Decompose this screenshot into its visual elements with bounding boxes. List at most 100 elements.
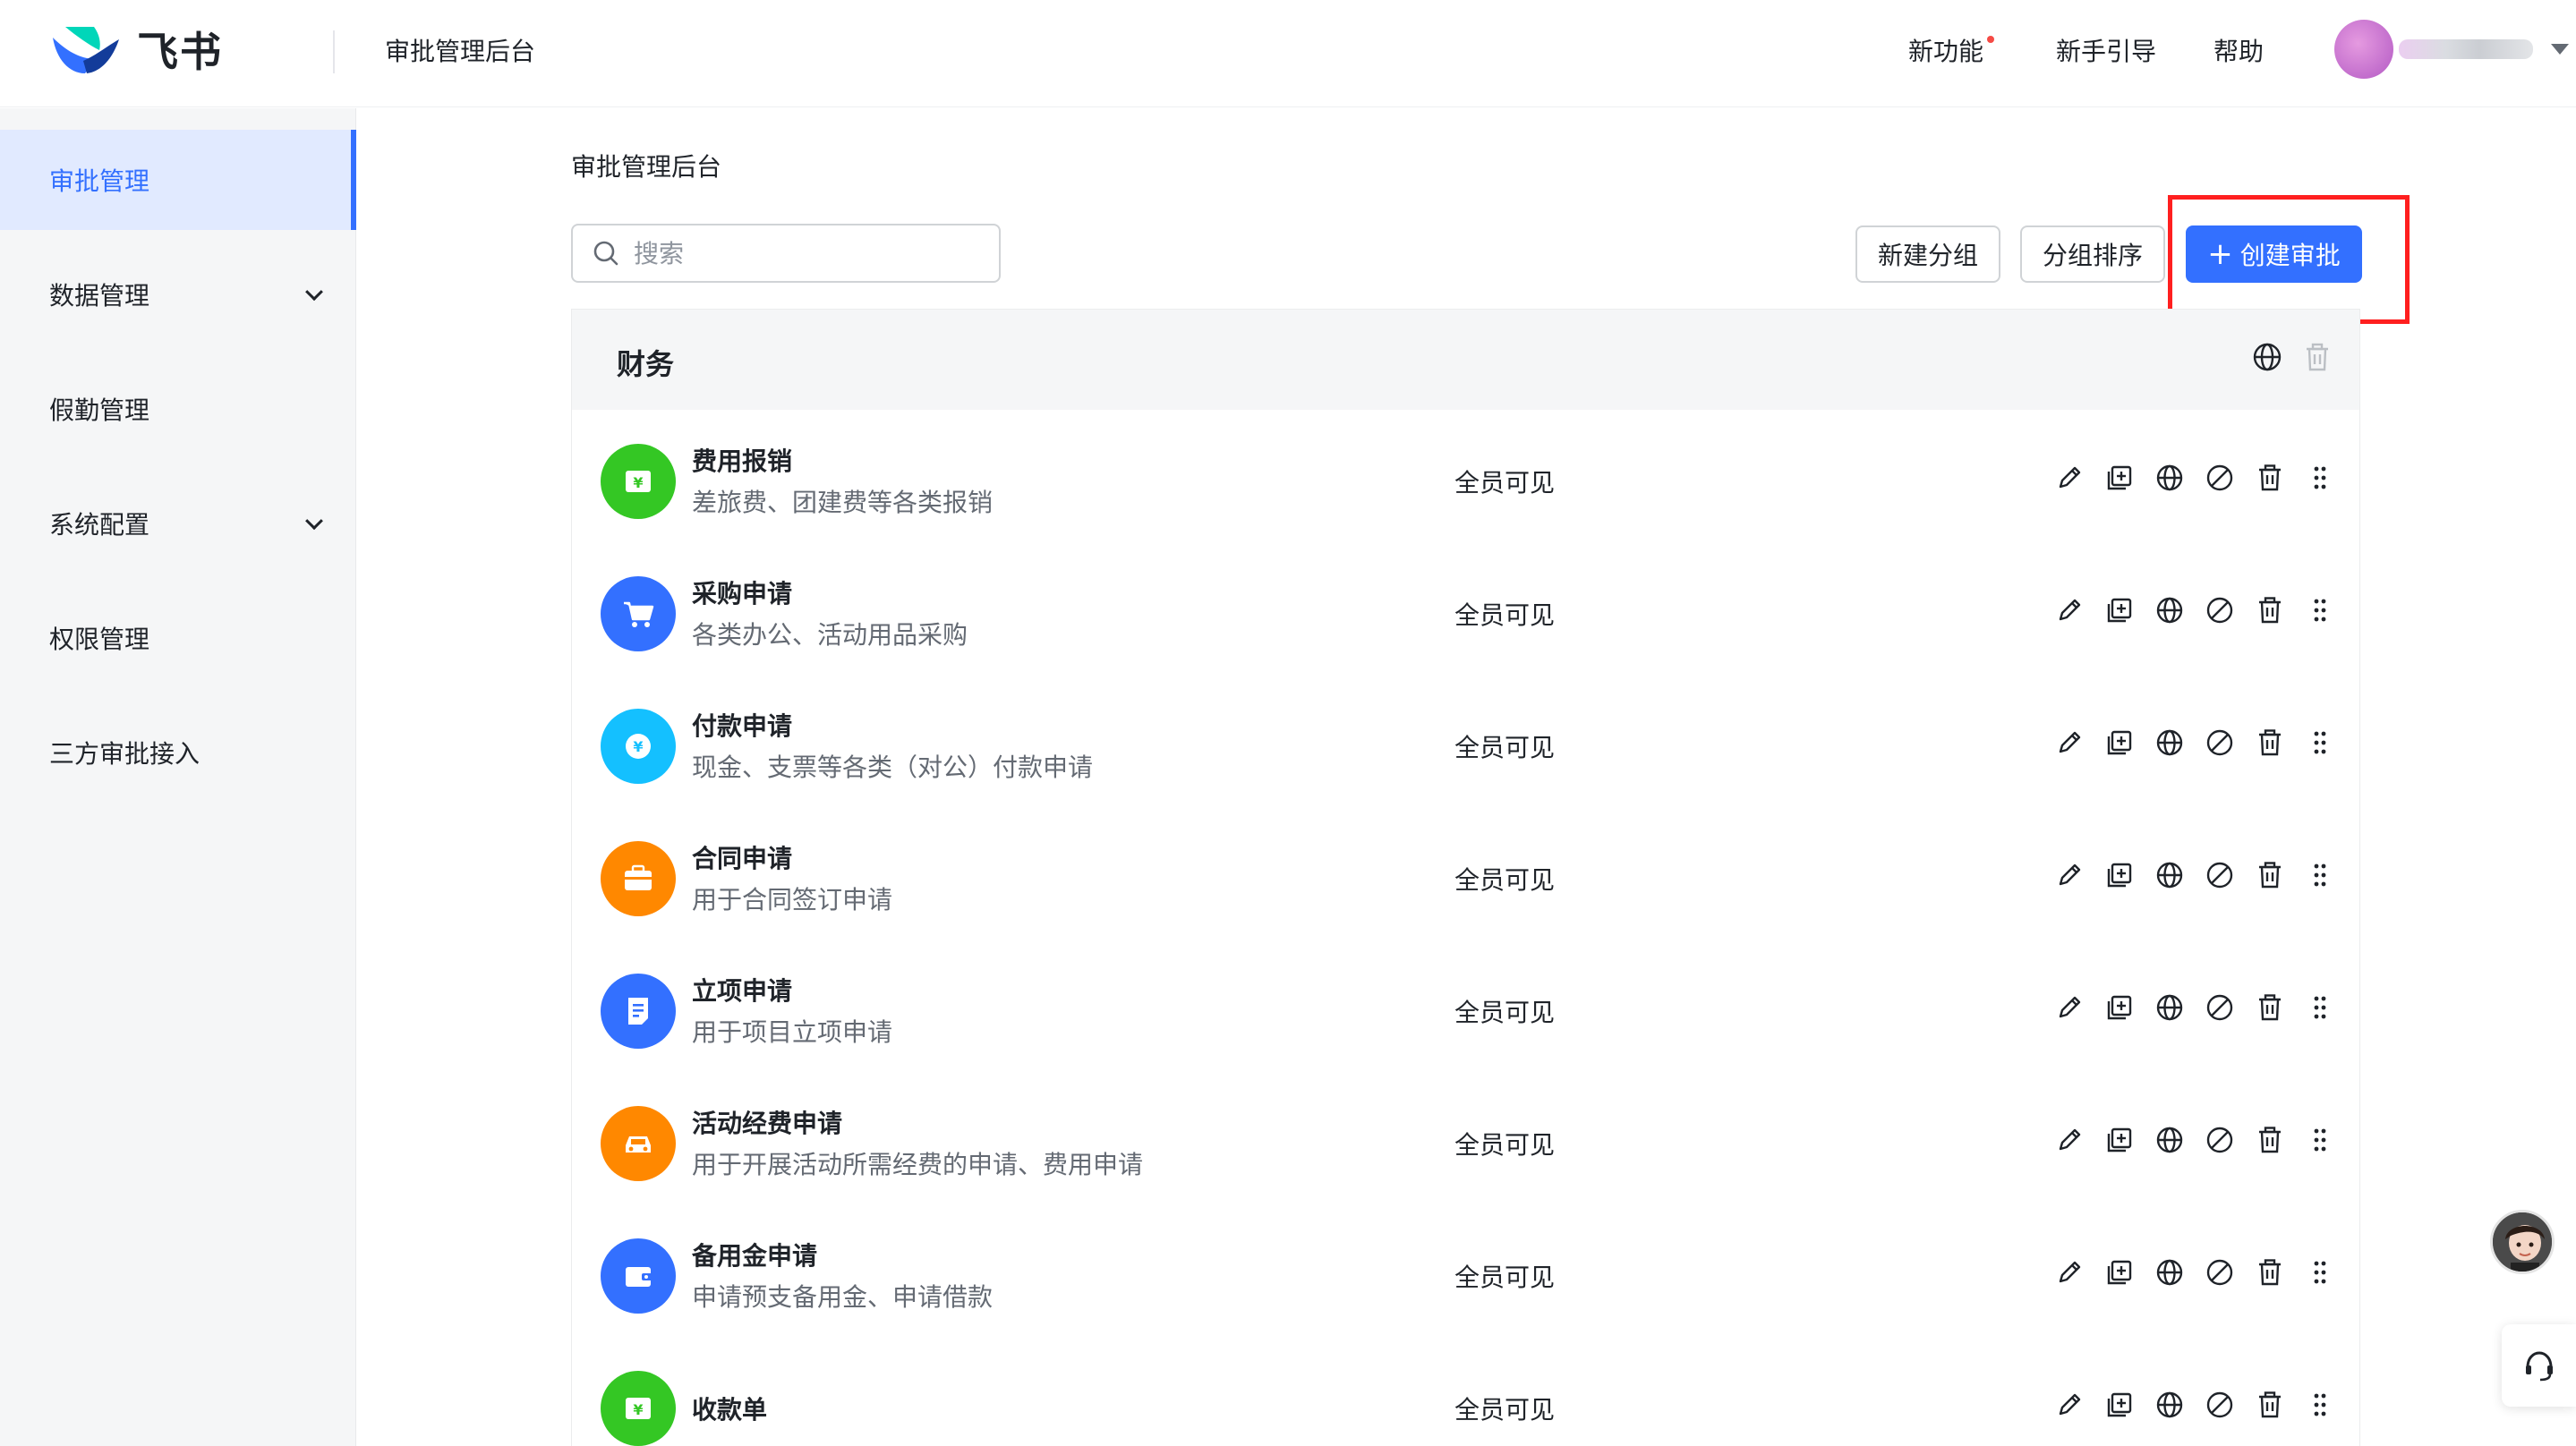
trash-icon[interactable]: [2254, 859, 2286, 891]
sidebar-item-data-management[interactable]: 数据管理: [0, 244, 356, 344]
globe-icon[interactable]: [2154, 1256, 2186, 1289]
disable-icon[interactable]: [2204, 727, 2236, 759]
chevron-down-icon[interactable]: [305, 283, 323, 302]
sidebar-item-approval-management[interactable]: 审批管理: [0, 130, 356, 230]
globe-icon[interactable]: [2154, 1124, 2186, 1156]
approval-name[interactable]: 费用报销: [692, 442, 792, 478]
edit-pencil-icon[interactable]: [2053, 462, 2086, 494]
edit-pencil-icon[interactable]: [2053, 1389, 2086, 1421]
yen-doc-icon: ¥: [601, 444, 676, 519]
avatar[interactable]: [2334, 20, 2393, 79]
trash-icon[interactable]: [2254, 1389, 2286, 1421]
approval-name[interactable]: 收款单: [692, 1391, 767, 1426]
drag-handle-icon[interactable]: [2304, 727, 2336, 759]
copy-icon[interactable]: [2103, 594, 2136, 626]
sidebar-item-label: 三方审批接入: [49, 739, 200, 769]
copy-icon[interactable]: [2103, 1389, 2136, 1421]
group-header: 财务: [572, 310, 2359, 410]
approval-name[interactable]: 备用金申请: [692, 1237, 817, 1272]
table-row[interactable]: 备用金申请 申请预支备用金、申请借款 全员可见: [572, 1210, 2359, 1342]
approval-name[interactable]: 合同申请: [692, 839, 792, 875]
copy-icon[interactable]: [2103, 991, 2136, 1024]
drag-handle-icon[interactable]: [2304, 991, 2336, 1024]
approval-name[interactable]: 采购申请: [692, 574, 792, 610]
copy-icon[interactable]: [2103, 462, 2136, 494]
globe-icon[interactable]: [2154, 727, 2186, 759]
customer-support-button[interactable]: [2502, 1324, 2576, 1407]
globe-icon[interactable]: [2252, 342, 2282, 372]
feishu-logo[interactable]: 飞书: [49, 20, 223, 79]
caret-down-icon[interactable]: [2551, 44, 2569, 55]
new-group-button[interactable]: 新建分组: [1855, 225, 2000, 283]
search-box[interactable]: [571, 224, 1001, 283]
trash-icon[interactable]: [2302, 342, 2333, 372]
drag-handle-icon[interactable]: [2304, 859, 2336, 891]
drag-handle-icon[interactable]: [2304, 594, 2336, 626]
edit-pencil-icon[interactable]: [2053, 991, 2086, 1024]
nav-guide[interactable]: 新手引导: [2056, 32, 2156, 68]
edit-pencil-icon[interactable]: [2053, 1124, 2086, 1156]
row-actions: [2053, 727, 2336, 759]
edit-pencil-icon[interactable]: [2053, 594, 2086, 626]
disable-icon[interactable]: [2204, 1256, 2236, 1289]
user-menu[interactable]: [2334, 20, 2569, 79]
table-row[interactable]: 立项申请 用于项目立项申请 全员可见: [572, 945, 2359, 1077]
sidebar-item-attendance-management[interactable]: 假勤管理: [0, 359, 356, 459]
table-row[interactable]: ¥ 付款申请 现金、支票等各类（对公）付款申请 全员可见: [572, 680, 2359, 812]
edit-pencil-icon[interactable]: [2053, 859, 2086, 891]
disable-icon[interactable]: [2204, 1124, 2236, 1156]
drag-handle-icon[interactable]: [2304, 1389, 2336, 1421]
edit-pencil-icon[interactable]: [2053, 727, 2086, 759]
table-row[interactable]: ¥ 费用报销 差旅费、团建费等各类报销 全员可见: [572, 415, 2359, 548]
globe-icon[interactable]: [2154, 462, 2186, 494]
approval-name[interactable]: 付款申请: [692, 707, 792, 743]
drag-handle-icon[interactable]: [2304, 462, 2336, 494]
approval-description: 差旅费、团建费等各类报销: [692, 488, 994, 517]
trash-icon[interactable]: [2254, 1124, 2286, 1156]
edit-pencil-icon[interactable]: [2053, 1256, 2086, 1289]
sidebar-item-system-config[interactable]: 系统配置: [0, 473, 356, 574]
sidebar-item-label: 审批管理: [49, 166, 150, 196]
row-actions: [2053, 1124, 2336, 1156]
notification-dot: [1987, 36, 1995, 43]
globe-icon[interactable]: [2154, 859, 2186, 891]
visibility-label: 全员可见: [1454, 1395, 1556, 1425]
globe-icon[interactable]: [2154, 594, 2186, 626]
copy-icon[interactable]: [2103, 1124, 2136, 1156]
disable-icon[interactable]: [2204, 594, 2236, 626]
header-divider: [333, 30, 335, 73]
table-row[interactable]: 采购申请 各类办公、活动用品采购 全员可见: [572, 548, 2359, 680]
nav-new-features[interactable]: 新功能: [1908, 32, 1995, 68]
sidebar-item-permission-management[interactable]: 权限管理: [0, 588, 356, 688]
assistant-avatar[interactable]: [2490, 1210, 2555, 1274]
chevron-down-icon[interactable]: [305, 512, 323, 531]
globe-icon[interactable]: [2154, 1389, 2186, 1421]
copy-icon[interactable]: [2103, 859, 2136, 891]
disable-icon[interactable]: [2204, 859, 2236, 891]
trash-icon[interactable]: [2254, 991, 2286, 1024]
nav-help[interactable]: 帮助: [2213, 32, 2264, 68]
table-row[interactable]: 活动经费申请 用于开展活动所需经费的申请、费用申请 全员可见: [572, 1077, 2359, 1210]
search-input[interactable]: [634, 238, 974, 268]
trash-icon[interactable]: [2254, 594, 2286, 626]
disable-icon[interactable]: [2204, 991, 2236, 1024]
disable-icon[interactable]: [2204, 462, 2236, 494]
trash-icon[interactable]: [2254, 462, 2286, 494]
drag-handle-icon[interactable]: [2304, 1124, 2336, 1156]
trash-icon[interactable]: [2254, 1256, 2286, 1289]
trash-icon[interactable]: [2254, 727, 2286, 759]
copy-icon[interactable]: [2103, 1256, 2136, 1289]
table-row[interactable]: 合同申请 用于合同签订申请 全员可见: [572, 812, 2359, 945]
copy-icon[interactable]: [2103, 727, 2136, 759]
feishu-logo-icon: [53, 27, 119, 73]
approval-name[interactable]: 活动经费申请: [692, 1104, 842, 1140]
table-row[interactable]: ¥ 收款单 全员可见: [572, 1342, 2359, 1446]
sort-groups-button[interactable]: 分组排序: [2020, 225, 2165, 283]
disable-icon[interactable]: [2204, 1389, 2236, 1421]
approval-name[interactable]: 立项申请: [692, 972, 792, 1008]
globe-icon[interactable]: [2154, 991, 2186, 1024]
sidebar-item-third-party-approval[interactable]: 三方审批接入: [0, 702, 356, 803]
approval-description: 用于项目立项申请: [692, 1017, 893, 1047]
group-header-actions: [2252, 342, 2333, 372]
drag-handle-icon[interactable]: [2304, 1256, 2336, 1289]
